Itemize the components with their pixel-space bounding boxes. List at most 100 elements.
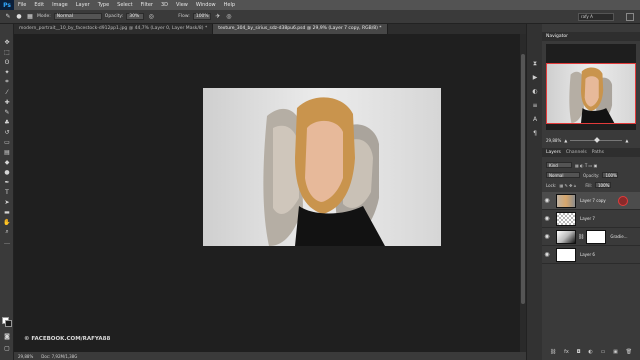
adjustment-layer-icon[interactable]: ◐ [588,349,592,357]
airbrush-icon[interactable]: ✈ [214,13,222,21]
tab-modern-portrait[interactable]: modern_portrait__10_by_facestock-d912pp1… [14,24,214,34]
layer-opacity-field[interactable]: 100% [602,172,619,178]
hand-tool-icon[interactable]: ✋ [2,218,12,226]
navigator-view-frame[interactable] [546,63,636,124]
brush-tool-side-icon[interactable]: ✎ [2,108,12,116]
add-mask-icon[interactable]: ◘ [577,349,581,357]
scrollbar-thumb[interactable] [521,54,525,304]
layer-name[interactable]: Layer 7 copy [580,198,606,203]
menu-view[interactable]: View [172,0,192,10]
filter-icons[interactable]: ▦ ◐ T ▭ ▣ [575,163,597,168]
path-select-icon[interactable]: ➤ [2,198,12,206]
layer-name[interactable]: Layer 6 [580,252,595,257]
link-chain-icon[interactable]: ⛓ [578,234,584,240]
zoom-tool-icon[interactable]: ⌕ [2,228,12,236]
brush-panel-icon[interactable]: ▦ [26,13,34,21]
properties-icon[interactable]: ≡ [531,102,539,109]
quick-mask-icon[interactable]: ◙ [2,332,12,340]
menu-image[interactable]: Image [48,0,72,10]
pen-tool-icon[interactable]: ✒ [2,178,12,186]
layer-mask-thumbnail[interactable] [586,229,607,244]
adjustments-icon[interactable]: ◐ [531,88,539,95]
pressure-size-icon[interactable]: ◎ [225,13,233,21]
zoom-slider[interactable] [570,136,623,143]
marquee-tool-icon[interactable]: ⬚ [2,48,12,56]
paragraph-icon[interactable]: ¶ [531,130,539,137]
gradient-tool-icon[interactable]: ▤ [2,148,12,156]
navigator-zoom-value[interactable]: 29,88% [546,138,561,143]
flow-field[interactable]: 100% [192,13,211,20]
visibility-eye-icon[interactable]: ◉ [542,246,552,264]
tab-paths[interactable]: Paths [592,150,604,155]
new-layer-icon[interactable]: ▣ [613,349,618,357]
mode-select[interactable]: Normal [53,13,102,20]
eraser-tool-icon[interactable]: ▭ [2,138,12,146]
layer-name[interactable]: Gradie... [610,234,627,239]
quick-select-icon[interactable]: ✦ [2,68,12,76]
shape-tool-icon[interactable]: ▬ [2,208,12,216]
blur-tool-icon[interactable]: ◆ [2,158,12,166]
brush-preset-icon[interactable]: ● [15,13,23,21]
crop-tool-icon[interactable]: ⌗ [2,78,12,86]
layer-row[interactable]: ◉ Layer 7 copy [542,192,640,210]
navigator-preview[interactable] [546,44,636,130]
lasso-tool-icon[interactable]: ʘ [2,58,12,66]
fill-label: Fill: [585,182,593,188]
photoshop-logo: Ps [0,0,14,10]
visibility-eye-icon[interactable]: ◉ [542,210,552,228]
tab-channels[interactable]: Channels [566,150,587,155]
opacity-field[interactable]: 30% [126,13,145,20]
workspace-select[interactable]: rafy A [578,13,614,21]
visibility-eye-icon[interactable]: ◉ [542,192,552,210]
pressure-opacity-icon[interactable]: ◎ [147,13,155,21]
background-color-swatch[interactable] [5,320,12,327]
zoom-in-icon[interactable]: ▲ [625,138,628,143]
type-tool-icon[interactable]: T [2,188,12,196]
layer-row[interactable]: ◉ ⛓ Gradie... [542,228,640,246]
composite-portrait-image [263,97,385,246]
brush-tool-icon[interactable]: ✎ [4,13,12,21]
move-tool-icon[interactable]: ✥ [2,38,12,46]
workspace-icon[interactable] [626,13,634,21]
opacity-label: Opacity: [104,14,124,19]
lock-icons[interactable]: ▦ ✎ ✥ ⌂ [559,183,576,188]
more-tools-icon[interactable]: … [2,238,12,246]
layer-row[interactable]: ◉ Layer 7 [542,210,640,228]
layer-kind-filter[interactable]: Kind [546,162,572,168]
group-icon[interactable]: ▭ [601,349,606,357]
menu-select[interactable]: Select [113,0,136,10]
tab-navigator[interactable]: Navigator [546,34,568,39]
fill-field[interactable]: 100% [595,182,612,188]
tab-texture-304[interactable]: texture_304_by_sirius_sdz-d38pu6.psd @ 2… [213,24,388,34]
layer-row[interactable]: ◉ Layer 6 [542,246,640,264]
character-icon[interactable]: A [531,116,539,123]
delete-layer-icon[interactable]: 🗑 [626,349,632,357]
menu-edit[interactable]: Edit [30,0,48,10]
fx-icon[interactable]: fx [564,349,569,357]
actions-icon[interactable]: ▶ [531,74,539,81]
status-zoom[interactable]: 29,88% [18,354,33,359]
layer-name[interactable]: Layer 7 [580,216,595,221]
blend-mode-select[interactable]: Normal [546,172,580,178]
history-icon[interactable]: ⧗ [531,60,539,67]
zoom-slider-knob[interactable] [594,136,601,143]
history-brush-icon[interactable]: ↺ [2,128,12,136]
menu-type[interactable]: Type [94,0,113,10]
zoom-out-icon[interactable]: ▲ [564,138,567,143]
menu-layer[interactable]: Layer [72,0,94,10]
menu-file[interactable]: File [14,0,30,10]
menu-filter[interactable]: Filter [137,0,157,10]
document-canvas[interactable] [203,88,441,246]
healing-tool-icon[interactable]: ✚ [2,98,12,106]
menu-3d[interactable]: 3D [157,0,172,10]
clone-stamp-icon[interactable]: ♣ [2,118,12,126]
eyedropper-tool-icon[interactable]: ⁄ [2,88,12,96]
dodge-tool-icon[interactable]: ● [2,168,12,176]
menu-help[interactable]: Help [220,0,239,10]
watermark-text: © FACEBOOK.COM/RAFYA88 [24,336,111,342]
link-layers-icon[interactable]: ⛓ [550,349,556,357]
menu-window[interactable]: Window [192,0,220,10]
tab-layers[interactable]: Layers [546,150,561,155]
screen-mode-icon[interactable]: ▢ [2,344,12,352]
visibility-eye-icon[interactable]: ◉ [542,228,552,246]
